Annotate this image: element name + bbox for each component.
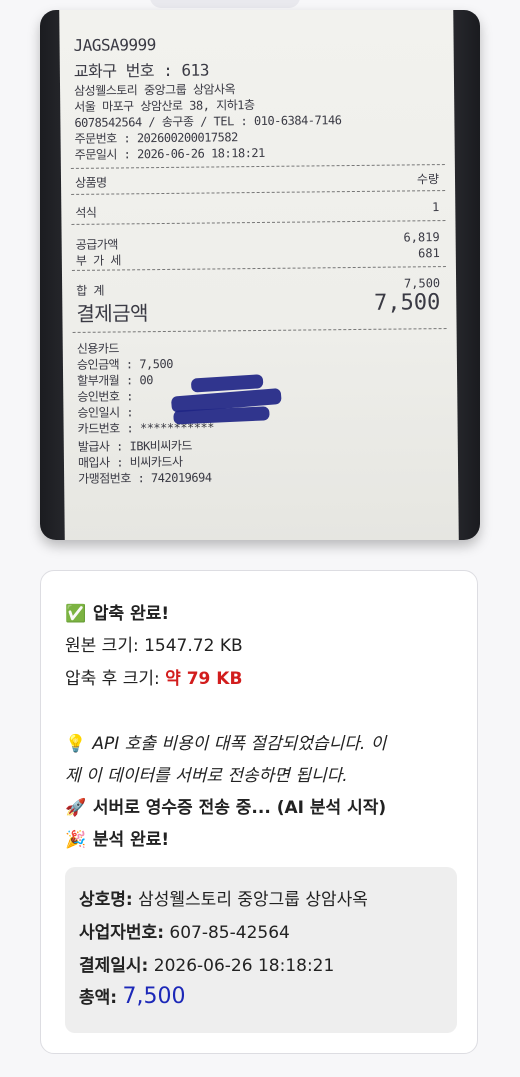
receipt-card-line: 승인번호 : bbox=[77, 389, 133, 404]
receipt-divider bbox=[71, 220, 446, 225]
receipt-photo: JAGSA9999 교화구 번호 : 613 삼성웰스토리 중앙그룹 상암사옥 … bbox=[40, 10, 480, 540]
rocket-icon: 🚀 bbox=[65, 798, 87, 818]
analysis-done-text: 분석 완료! bbox=[92, 830, 170, 850]
receipt-vat-label: 부 가 세 bbox=[75, 253, 122, 268]
compressed-size-value: 약 79 KB bbox=[165, 669, 243, 689]
tip-line-1: 💡 API 호출 비용이 대폭 절감되었습니다. 이 bbox=[65, 729, 386, 754]
tip-line-2: 제 이 데이터를 서버로 전송하면 됩니다. bbox=[65, 766, 348, 786]
receipt-supply-label: 공급가액 bbox=[75, 237, 118, 252]
payment-date-row: 결제일시: 2026-06-26 18:18:21 bbox=[79, 951, 334, 976]
top-pill bbox=[150, 0, 300, 8]
receipt-paper: JAGSA9999 교화구 번호 : 613 삼성웰스토리 중앙그룹 상암사옥 … bbox=[59, 10, 459, 540]
analysis-done-line: 🎉 분석 완료! bbox=[65, 825, 169, 850]
receipt-sum-label: 합 계 bbox=[76, 283, 105, 298]
receipt-vat-value: 681 bbox=[418, 246, 440, 261]
sending-text: 서버로 영수증 전송 중... (AI 분석 시작) bbox=[92, 798, 387, 818]
receipt-card-line: 할부개월 : 00 bbox=[77, 373, 153, 388]
sending-line: 🚀 서버로 영수증 전송 중... (AI 분석 시작) bbox=[65, 793, 386, 818]
receipt-card-line: 신용카드 bbox=[76, 341, 120, 356]
compressed-size-line: 압축 후 크기: 약 79 KB bbox=[65, 664, 242, 689]
receipt-col-qty: 수량 bbox=[416, 172, 440, 187]
receipt-divider bbox=[71, 190, 446, 195]
receipt-sum-value: 7,500 bbox=[403, 276, 441, 291]
payment-date-label: 결제일시: bbox=[79, 956, 149, 976]
compress-done-text: 압축 완료! bbox=[92, 604, 170, 624]
total-amount-label: 총액: bbox=[79, 988, 118, 1008]
tip-text-1: API 호출 비용이 대폭 절감되었습니다. 이 bbox=[92, 734, 387, 754]
check-icon: ✅ bbox=[65, 604, 87, 624]
receipt-card-line: 가맹점번호 : 742019694 bbox=[78, 470, 212, 486]
receipt-pay-label: 결제금액 bbox=[76, 301, 149, 326]
receipt-divider bbox=[71, 266, 446, 271]
receipt-line: 주문일시 : 2026-06-26 18:18:21 bbox=[74, 145, 265, 162]
receipt-supply-value: 6,819 bbox=[403, 230, 440, 245]
receipt-line: 교화구 번호 : 613 bbox=[73, 60, 209, 81]
payment-date-value: 2026-06-26 18:18:21 bbox=[153, 956, 335, 976]
receipt-divider bbox=[72, 328, 447, 333]
store-name-value: 삼성웰스토리 중앙그룹 상암사옥 bbox=[138, 890, 368, 910]
business-number-label: 사업자번호: bbox=[79, 923, 164, 943]
receipt-card-line: 승인금액 : 7,500 bbox=[76, 356, 173, 372]
original-size-label: 원본 크기: bbox=[65, 636, 139, 656]
lightbulb-icon: 💡 bbox=[65, 734, 87, 754]
total-amount-value: 7,500 bbox=[122, 984, 186, 1009]
receipt-card-line: 승인일시 : bbox=[77, 405, 134, 420]
analysis-result-box: 상호명: 삼성웰스토리 중앙그룹 상암사옥 사업자번호: 607-85-4256… bbox=[65, 867, 457, 1033]
store-name-row: 상호명: 삼성웰스토리 중앙그룹 상암사옥 bbox=[79, 885, 368, 910]
receipt-pay-value: 7,500 bbox=[373, 290, 441, 316]
compress-done-line: ✅ 압축 완료! bbox=[65, 599, 169, 624]
original-size-value: 1547.72 KB bbox=[144, 636, 243, 656]
receipt-item-qty: 1 bbox=[432, 200, 440, 215]
total-amount-row: 총액: 7,500 bbox=[79, 983, 185, 1009]
receipt-col-item: 상품명 bbox=[74, 175, 107, 190]
status-message-card: ✅ 압축 완료! 원본 크기: 1547.72 KB 압축 후 크기: 약 79… bbox=[40, 570, 478, 1054]
receipt-divider bbox=[70, 164, 445, 169]
receipt-line: JAGSA9999 bbox=[73, 35, 156, 55]
compressed-size-label: 압축 후 크기: bbox=[65, 669, 160, 689]
business-number-row: 사업자번호: 607-85-42564 bbox=[79, 918, 290, 943]
redaction-mark bbox=[173, 406, 270, 425]
business-number-value: 607-85-42564 bbox=[169, 923, 290, 943]
original-size-line: 원본 크기: 1547.72 KB bbox=[65, 631, 243, 656]
receipt-item-name: 석식 bbox=[75, 205, 97, 220]
store-name-label: 상호명: bbox=[79, 890, 133, 910]
party-popper-icon: 🎉 bbox=[65, 830, 87, 850]
